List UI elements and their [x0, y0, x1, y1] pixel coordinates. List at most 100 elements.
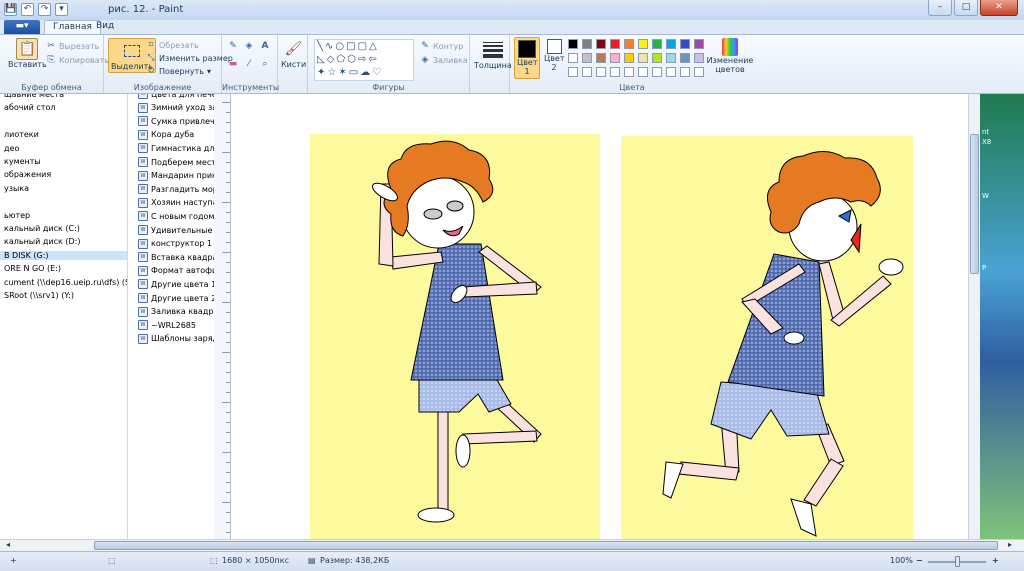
palette-swatch[interactable] [638, 39, 648, 49]
nav-item[interactable]: лиотеки [4, 130, 39, 139]
file-item[interactable]: WВставка квадрат [138, 252, 214, 263]
maximize-button[interactable]: □ [954, 0, 978, 16]
pentagon-shape-icon[interactable]: ⬠ [336, 54, 347, 65]
zoom-in-button[interactable]: + [992, 556, 999, 565]
file-item[interactable]: W Разгладить мор [138, 184, 214, 195]
nav-item[interactable]: B DISK (G:) [0, 250, 127, 260]
file-item[interactable]: W Кора дуба [138, 129, 194, 140]
palette-swatch[interactable] [624, 53, 634, 63]
palette-swatch[interactable] [694, 39, 704, 49]
size-button[interactable]: Толщина [474, 39, 512, 70]
palette-swatch[interactable] [652, 39, 662, 49]
palette-swatch[interactable] [666, 67, 676, 77]
palette-swatch[interactable] [610, 39, 620, 49]
file-item[interactable]: W Шаблоны заряд [138, 333, 214, 344]
palette-swatch[interactable] [652, 53, 662, 63]
palette-swatch[interactable] [582, 39, 592, 49]
magnifier-icon[interactable]: ⌕ [260, 59, 270, 69]
crop-button[interactable]: ⌗ Обрезать [146, 40, 198, 50]
zoom-slider[interactable] [928, 556, 986, 567]
file-item[interactable]: W Другие цвета 2 [138, 293, 214, 303]
edit-colors-button[interactable]: Изменение цветов [707, 38, 753, 74]
palette-swatch[interactable] [666, 39, 676, 49]
nav-item[interactable]: узыка [4, 184, 29, 193]
diamond-shape-icon[interactable]: ◇ [327, 54, 337, 65]
cloud-shape-icon[interactable]: ☁ [360, 67, 372, 78]
palette-swatch[interactable] [610, 67, 620, 77]
file-item[interactable]: W Мандарин прин [138, 170, 214, 181]
nav-item[interactable]: кальный диск (D:) [4, 237, 80, 246]
palette-swatch[interactable] [652, 67, 662, 77]
palette-swatch[interactable] [568, 67, 578, 77]
palette-swatch[interactable] [568, 39, 578, 49]
nav-item[interactable]: абочий стол [4, 103, 55, 112]
horizontal-scroll-thumb[interactable] [94, 541, 998, 550]
file-item[interactable]: WЗаливка квадрат [138, 306, 214, 317]
arrow-right-shape-icon[interactable]: ⇨ [358, 54, 368, 65]
shapes-gallery[interactable]: ╲∿○□▢△ ◺◇⬠⬡⇨⇦ ✦☆✶▭☁♡ [314, 39, 414, 81]
drawing-canvas[interactable] [231, 94, 968, 539]
undo-icon[interactable]: ↶ [21, 3, 34, 16]
eraser-icon[interactable]: ▬ [228, 59, 238, 69]
paste-button[interactable]: 📋 Вставить [8, 38, 47, 69]
file-item[interactable]: WС новым годом! [138, 211, 214, 222]
resize-button[interactable]: ⤡ Изменить размер [146, 53, 232, 63]
palette-swatch[interactable] [582, 53, 592, 63]
palette-swatch[interactable] [680, 39, 690, 49]
zoom-out-button[interactable]: − [916, 556, 923, 565]
minimize-button[interactable]: – [928, 0, 952, 16]
palette-swatch[interactable] [568, 53, 578, 63]
line-shape-icon[interactable]: ╲ [317, 41, 325, 52]
nav-item[interactable]: део [4, 144, 19, 153]
hexagon-shape-icon[interactable]: ⬡ [347, 54, 358, 65]
palette-swatch[interactable] [582, 67, 592, 77]
heart-shape-icon[interactable]: ♡ [372, 67, 383, 78]
zoom-slider-thumb[interactable] [955, 556, 960, 567]
cut-button[interactable]: ✂ Вырезать [46, 41, 99, 51]
callout-shape-icon[interactable]: ▭ [349, 67, 360, 78]
customize-qat-icon[interactable]: ▾ [55, 3, 68, 16]
arrow-left-shape-icon[interactable]: ⇦ [368, 54, 378, 65]
file-item[interactable]: W Другие цвета 1 [138, 279, 214, 290]
nav-item[interactable]: ображения [4, 170, 51, 179]
text-icon[interactable]: A [260, 41, 270, 51]
save-icon[interactable]: 💾 [4, 3, 17, 16]
file-item[interactable]: W Подберем мест [138, 157, 214, 167]
color1-button[interactable]: Цвет 1 [514, 37, 540, 79]
oval-shape-icon[interactable]: ○ [335, 41, 346, 52]
scroll-right-arrow-icon[interactable]: ▸ [1008, 540, 1012, 549]
palette-swatch[interactable] [624, 67, 634, 77]
fill-button[interactable]: ◈ Заливка [420, 55, 468, 65]
scroll-left-arrow-icon[interactable]: ◂ [6, 540, 10, 549]
horizontal-scrollbar[interactable]: ◂ ▸ [0, 539, 1024, 551]
nav-item[interactable]: cument (\\dep16.ueip.ru\dfs) (S:) [4, 278, 127, 287]
app-menu-button[interactable]: ▬▾ [4, 20, 40, 34]
file-item[interactable]: WЗимний уход за л [138, 102, 214, 113]
nav-item[interactable]: щавние места [4, 94, 64, 99]
nav-item[interactable]: ORE N GO (E:) [4, 264, 61, 273]
star6-shape-icon[interactable]: ✶ [338, 67, 348, 78]
close-button[interactable]: ✕ [980, 0, 1018, 16]
nav-item[interactable]: кальный диск (C:) [4, 224, 80, 233]
vertical-scrollbar[interactable] [968, 94, 980, 539]
palette-swatch[interactable] [694, 67, 704, 77]
tab-view[interactable]: Вид [88, 20, 122, 34]
rectangle-shape-icon[interactable]: □ [346, 41, 357, 52]
file-item[interactable]: W Гимнастика для [138, 143, 214, 154]
palette-swatch[interactable] [680, 67, 690, 77]
brushes-button[interactable]: 🖌 Кисти [281, 38, 306, 69]
fill-bucket-icon[interactable]: ◈ [244, 41, 254, 51]
palette-swatch[interactable] [666, 53, 676, 63]
nav-item[interactable]: SRoot (\\srv1) (Y:) [4, 291, 74, 300]
outline-button[interactable]: ✎ Контур [420, 41, 463, 51]
palette-swatch[interactable] [638, 67, 648, 77]
nav-item[interactable]: кументы [4, 157, 41, 166]
star4-shape-icon[interactable]: ✦ [317, 67, 327, 78]
palette-swatch[interactable] [596, 53, 606, 63]
file-item[interactable]: W Сумка привлече [138, 116, 214, 127]
curve-shape-icon[interactable]: ∿ [325, 41, 335, 52]
palette-swatch[interactable] [596, 67, 606, 77]
file-item[interactable]: Wконструктор 1 [138, 238, 212, 249]
nav-item[interactable]: ьютер [4, 211, 30, 220]
palette-swatch[interactable] [694, 53, 704, 63]
